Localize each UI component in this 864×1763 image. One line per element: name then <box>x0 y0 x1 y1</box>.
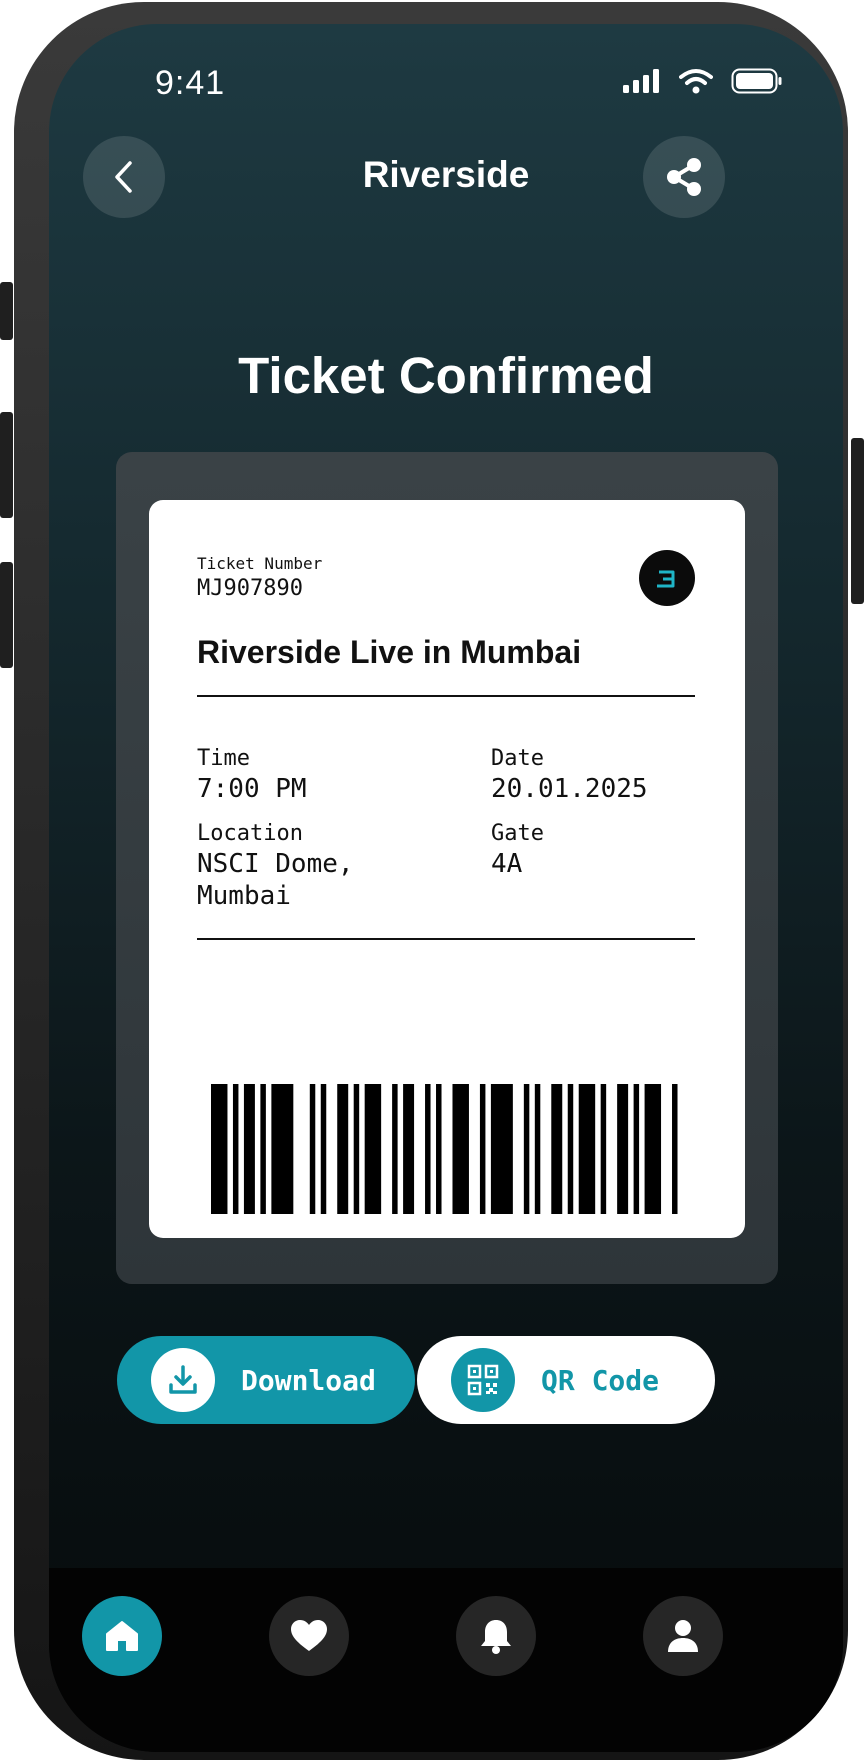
gate-value: 4A <box>491 849 523 879</box>
share-button[interactable] <box>643 136 725 218</box>
barcode-bar <box>353 1084 360 1214</box>
divider <box>197 938 695 940</box>
bell-icon <box>481 1620 511 1654</box>
barcode-bar <box>232 1084 239 1214</box>
bottom-nav <box>49 1568 843 1752</box>
download-label: Download <box>241 1363 376 1397</box>
qr-code-button[interactable]: QR Code <box>417 1336 715 1424</box>
share-icon <box>667 158 701 196</box>
time-value: 7:00 PM <box>197 774 307 804</box>
barcode-bar <box>436 1084 442 1214</box>
barcode-bar <box>337 1084 349 1214</box>
barcode-bar <box>452 1084 469 1214</box>
barcode-bar <box>211 1084 228 1214</box>
volume-up-button <box>0 412 13 518</box>
phone-frame: 9:41 Riverside Ticket Confirmed Ticket N… <box>14 2 848 1760</box>
barcode-bar <box>672 1084 678 1214</box>
barcode-bar <box>271 1084 294 1214</box>
heart-icon <box>291 1620 327 1651</box>
qr-code-label: QR Code <box>541 1363 660 1397</box>
download-button[interactable]: Download <box>117 1336 415 1424</box>
barcode-bar <box>490 1084 513 1214</box>
barcode-bar <box>617 1084 629 1214</box>
barcode-bar <box>644 1084 662 1214</box>
location-value-line1: NSCI Dome, <box>197 849 354 879</box>
signal-icon <box>623 69 659 93</box>
location-label: Location <box>197 821 303 846</box>
barcode-bar <box>523 1084 530 1214</box>
barcode <box>211 1084 678 1214</box>
wifi-icon <box>679 69 713 94</box>
event-title: Riverside Live in Mumbai <box>197 634 582 670</box>
brand-logo-icon <box>639 550 695 606</box>
volume-down-button <box>0 562 13 668</box>
date-label: Date <box>491 746 544 771</box>
barcode-bar <box>567 1084 574 1214</box>
barcode-bar <box>403 1084 415 1214</box>
barcode-bar <box>633 1084 640 1214</box>
ticket-card: Ticket Number MJ907890 Riverside Live in… <box>149 500 745 1238</box>
barcode-bar <box>243 1084 255 1214</box>
download-icon <box>151 1348 215 1412</box>
time-label: Time <box>197 746 250 771</box>
barcode-bar <box>425 1084 431 1214</box>
screen: 9:41 Riverside Ticket Confirmed Ticket N… <box>49 24 843 1752</box>
qr-code-icon <box>451 1348 515 1412</box>
nav-home[interactable] <box>82 1596 162 1676</box>
gate-label: Gate <box>491 821 544 846</box>
barcode-bar <box>364 1084 382 1214</box>
page-title: Ticket Confirmed <box>238 347 654 404</box>
barcode-bar <box>578 1084 596 1214</box>
user-icon <box>668 1620 698 1652</box>
barcode-bar <box>479 1084 486 1214</box>
home-icon <box>106 1621 138 1651</box>
barcode-bar <box>320 1084 327 1214</box>
ticket-number-label: Ticket Number <box>197 554 323 573</box>
nav-profile[interactable] <box>643 1596 723 1676</box>
barcode-bar <box>260 1084 266 1214</box>
barcode-bar <box>309 1084 316 1214</box>
power-button <box>851 438 864 604</box>
status-time: 9:41 <box>155 64 226 102</box>
barcode-bar <box>600 1084 607 1214</box>
nav-favorites[interactable] <box>269 1596 349 1676</box>
location-value-line2: Mumbai <box>197 881 291 911</box>
status-icons <box>623 68 783 94</box>
date-value: 20.01.2025 <box>491 774 648 804</box>
battery-icon <box>731 68 782 94</box>
barcode-bar <box>551 1084 563 1214</box>
ticket-number: MJ907890 <box>197 576 303 601</box>
mute-switch <box>0 282 13 340</box>
barcode-bar <box>534 1084 541 1214</box>
divider <box>197 695 695 697</box>
nav-notifications[interactable] <box>456 1596 536 1676</box>
barcode-bar <box>392 1084 398 1214</box>
